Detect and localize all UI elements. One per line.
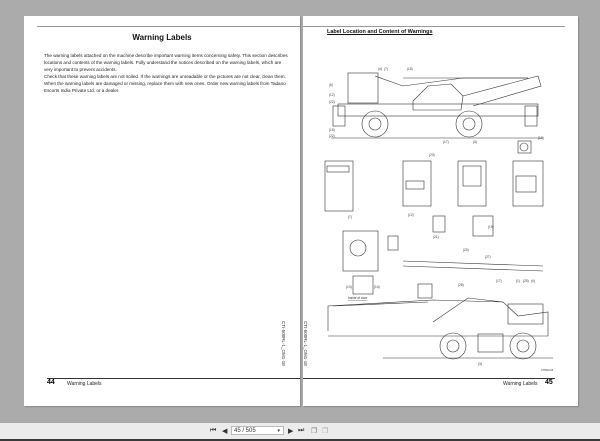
callout: (4) (378, 67, 382, 71)
crane-detail-views (324, 160, 544, 295)
callout: (6) (329, 83, 333, 87)
callout: (15) (329, 128, 335, 132)
callout: (1) (516, 279, 520, 283)
callout: (23) (429, 153, 435, 157)
last-page-icon[interactable]: ⏭ (298, 427, 304, 435)
inside-door-caption: Inside of door (348, 296, 368, 300)
callout: (20) (463, 248, 469, 252)
footer-text: Warning Labels (67, 381, 102, 387)
callout: (3) (473, 140, 477, 144)
figure-code: CTI500-06 (541, 368, 554, 372)
first-page-icon[interactable]: ⏮ (210, 427, 216, 435)
callout: (25) (523, 279, 529, 283)
callout: (15) (407, 67, 413, 71)
header-rule (37, 26, 300, 27)
copy-page-icon[interactable]: ❐ (311, 427, 317, 435)
paragraph: When the warning labels are damaged or m… (44, 81, 286, 93)
next-page-icon[interactable]: ▶ (288, 427, 293, 435)
callout: (7) (348, 215, 352, 219)
footer-rule (47, 378, 300, 379)
paste-page-icon[interactable]: ❐ (322, 427, 328, 435)
footer-text: Warning Labels (503, 381, 538, 387)
callout: (7) (384, 67, 388, 71)
document-code: CTI-500RL-1_OM1-1E (281, 321, 286, 367)
page-number: 45 (545, 379, 553, 386)
callout: (12) (329, 93, 335, 97)
callout: (22) (329, 134, 335, 138)
paragraph: The warning labels attached on the machi… (44, 53, 288, 72)
pdf-navigation-toolbar: ⏮ ◀ 45 / 505 ▾ ▶ ⏭ ❐ ❐ (0, 423, 600, 439)
callout: (21) (433, 235, 439, 239)
document-code: CTI-500RL-1_OM1-1E (303, 321, 308, 367)
paragraph: Check that these warning labels are not … (44, 74, 286, 79)
chevron-down-icon[interactable]: ▾ (277, 427, 280, 436)
page-number-input[interactable]: 45 / 505 ▾ (231, 426, 284, 435)
page-value: 45 / 505 (234, 428, 256, 434)
callout: (22) (329, 100, 335, 104)
callout: (28) (458, 283, 464, 287)
callout: (10) (538, 136, 544, 140)
crane-side-view-top (331, 72, 543, 139)
right-page: Label Location and Content of Warnings (… (303, 16, 578, 406)
crane-diagram: (4) (7) (15) (6) (12) (22) (15) (22) (17… (324, 67, 554, 372)
page-body: The warning labels attached on the machi… (44, 52, 290, 94)
callout: (3) (478, 362, 482, 366)
page-title: Warning Labels (132, 33, 192, 42)
footer-rule (303, 378, 555, 379)
prev-page-icon[interactable]: ◀ (222, 427, 227, 435)
callout: (14) (374, 285, 380, 289)
callout: (17) (443, 140, 449, 144)
callout: (27) (485, 255, 491, 259)
callout: (13) (346, 285, 352, 289)
callout: (12) (408, 213, 414, 217)
callout: (17) (496, 279, 502, 283)
page-number: 44 (47, 379, 55, 386)
left-page: Warning Labels The warning labels attach… (24, 16, 300, 406)
callout: (19) (488, 225, 494, 229)
callout: (4) (531, 279, 535, 283)
